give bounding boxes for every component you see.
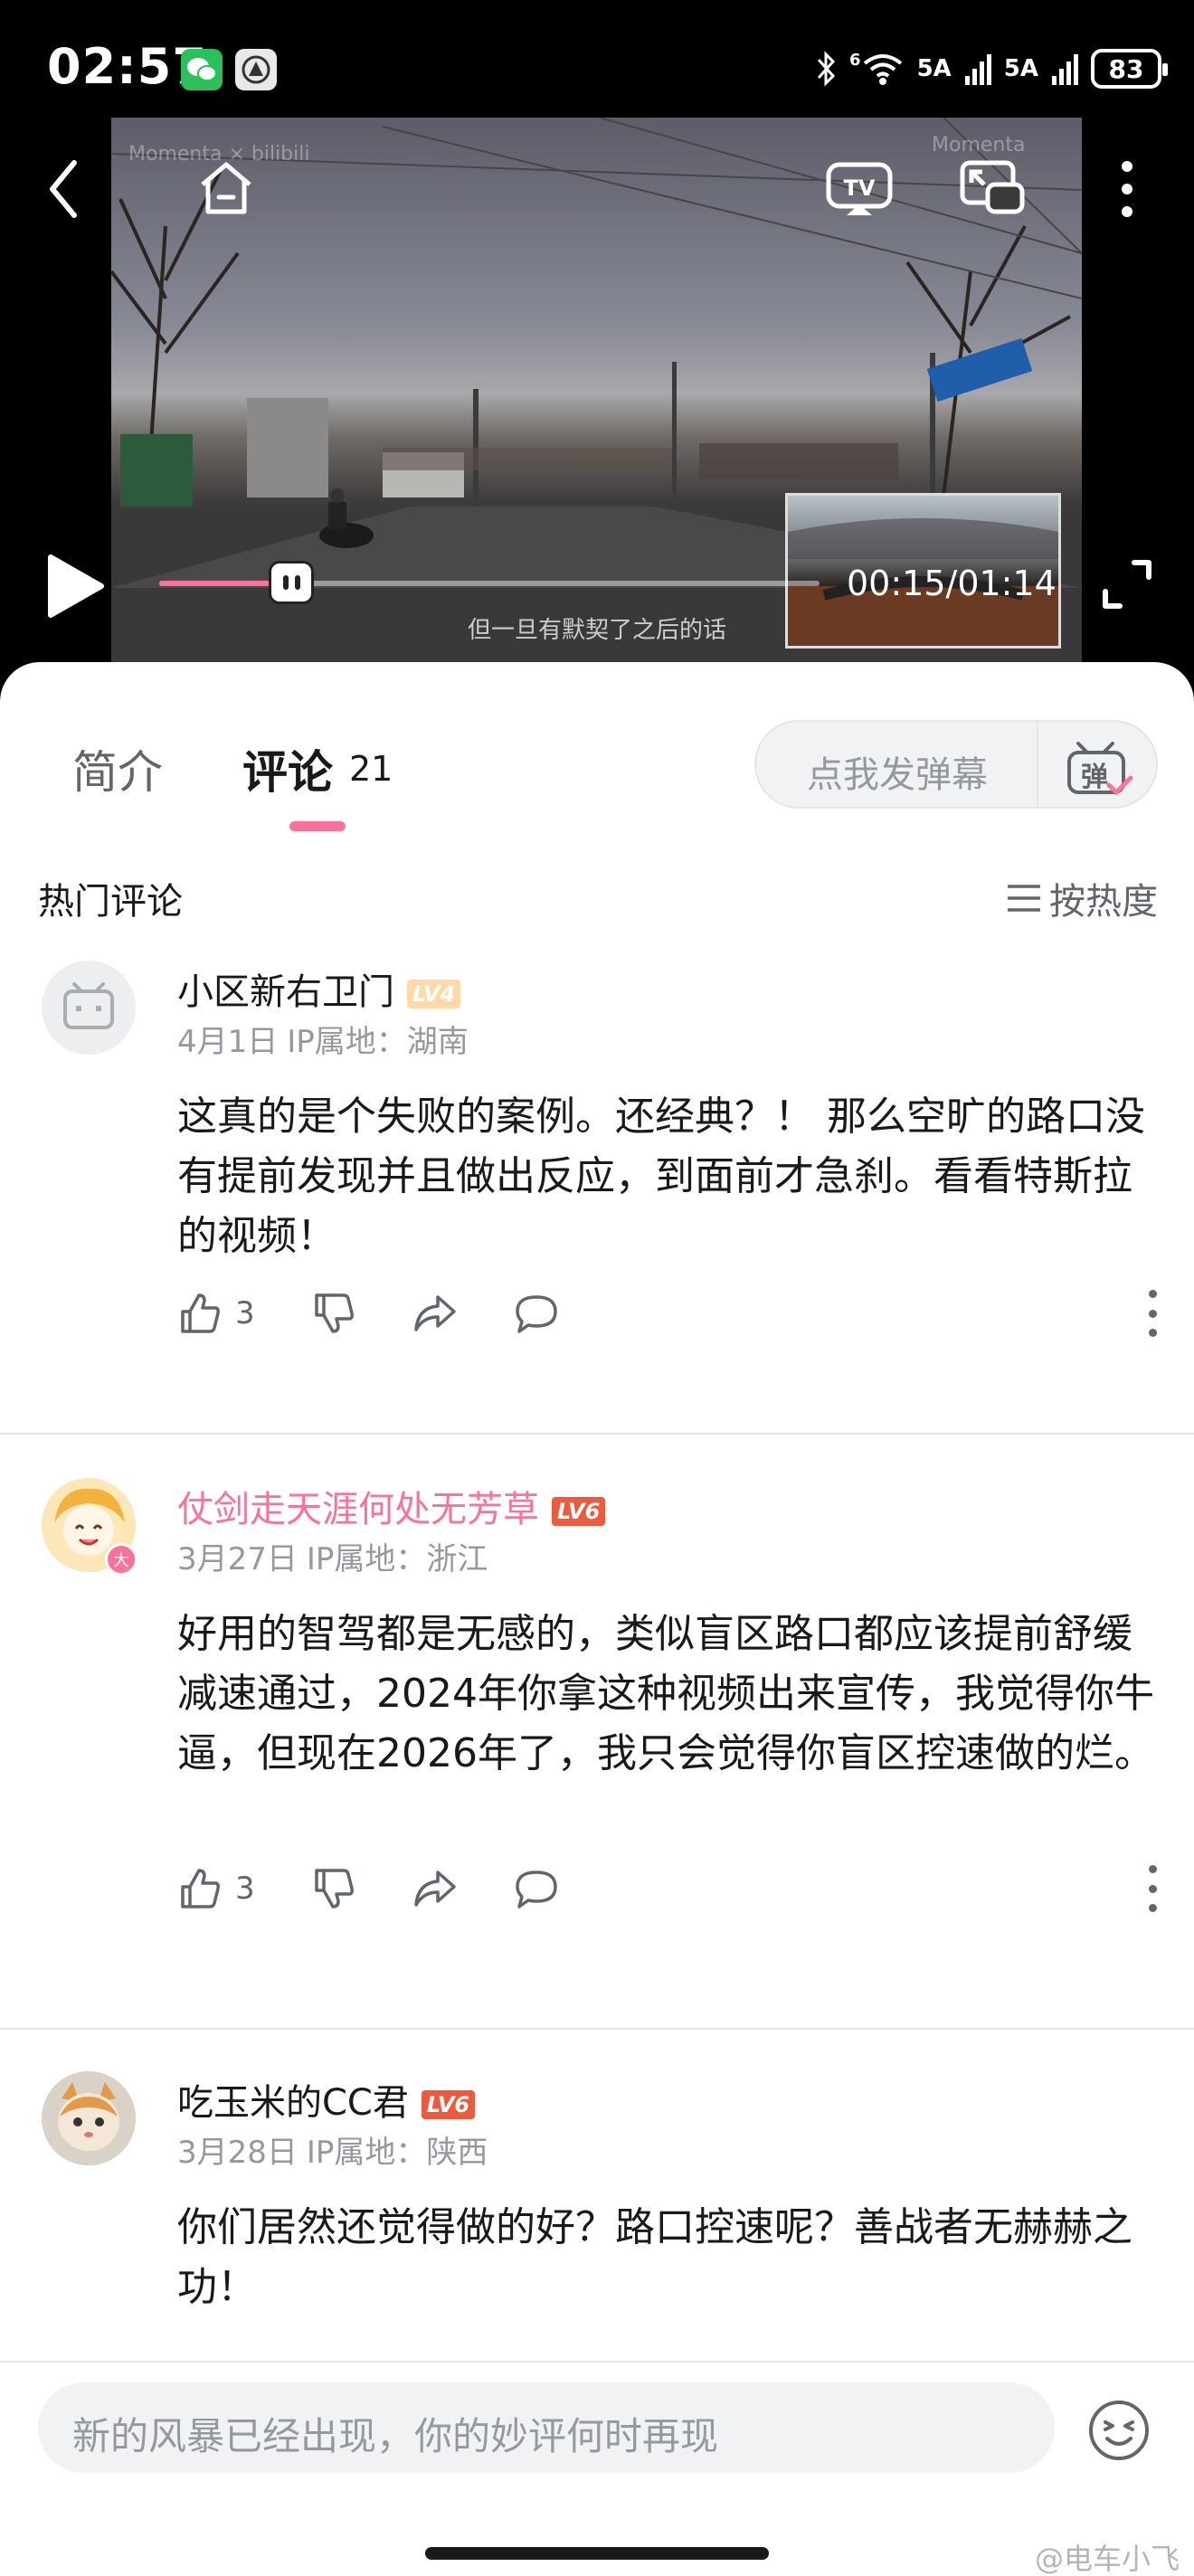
signal-icon-2 bbox=[1052, 54, 1078, 85]
emoji-icon[interactable] bbox=[1087, 2399, 1151, 2462]
comment-input-placeholder: 新的风暴已经出现，你的妙评何时再现 bbox=[72, 2414, 719, 2458]
weibo-watermark: @电车小飞 bbox=[1034, 2542, 1180, 2576]
thumbs-up-icon bbox=[181, 1293, 220, 1333]
progress-thumb[interactable] bbox=[269, 561, 314, 604]
comment-meta: 4月1日 IP属地：湖南 bbox=[177, 1017, 469, 1061]
tab-bar: 简介 评论 21 点我发弹幕 弹 bbox=[0, 662, 1194, 834]
comment-more-icon[interactable] bbox=[1147, 1865, 1158, 1912]
tv-cast-icon[interactable]: TV bbox=[825, 157, 894, 217]
signal-icon-1 bbox=[964, 54, 991, 85]
app-notification-icon bbox=[235, 49, 277, 90]
video-subtitle: 但一旦有默契了之后的话 bbox=[467, 617, 726, 644]
username-text: 仗剑走天涯何处无芳草 bbox=[177, 1489, 539, 1530]
picture-in-picture-icon[interactable] bbox=[959, 157, 1026, 217]
level-badge: LV6 bbox=[421, 2090, 476, 2119]
comment-more-icon[interactable] bbox=[1147, 1290, 1158, 1337]
home-icon[interactable] bbox=[197, 159, 255, 217]
like-count: 3 bbox=[235, 1870, 255, 1907]
username-text: 小区新右卫门 bbox=[177, 971, 394, 1013]
level-badge: LV4 bbox=[407, 980, 461, 1009]
fullscreen-icon[interactable] bbox=[1100, 557, 1154, 611]
comment-date: 3月28日 bbox=[177, 2135, 298, 2171]
comment-text: 好用的智驾都是无感的，类似盲区路口都应该提前舒缓减速通过，2024年你拿这种视频… bbox=[177, 1611, 1154, 1776]
dislike-button[interactable] bbox=[311, 1292, 356, 1335]
status-bar: 02:57 6 5A 5A 83 bbox=[0, 0, 1194, 127]
like-button[interactable]: 3 bbox=[177, 1867, 255, 1910]
more-options-icon[interactable] bbox=[1118, 157, 1136, 221]
wechat-notification-icon bbox=[181, 49, 223, 90]
share-icon bbox=[413, 1295, 456, 1331]
comment-bubble-icon bbox=[515, 1870, 557, 1908]
comment-actions: 3 bbox=[177, 1290, 615, 1337]
svg-text:TV: TV bbox=[844, 175, 876, 201]
danmaku-input[interactable]: 点我发弹幕 弹 bbox=[754, 720, 1158, 809]
wifi-icon bbox=[863, 54, 902, 85]
back-icon[interactable] bbox=[45, 157, 81, 221]
avatar[interactable]: 大 bbox=[42, 1478, 137, 1576]
thumbs-up-icon bbox=[181, 1869, 220, 1908]
video-player[interactable]: Momenta × bilibili Momenta TV 00:15/01:1… bbox=[0, 118, 1194, 669]
sort-label: 按热度 bbox=[1049, 881, 1158, 923]
screen: { "status_bar": { "time": "02:57", "sign… bbox=[0, 0, 1194, 2576]
status-indicators: 6 5A 5A 83 bbox=[815, 43, 1168, 94]
username[interactable]: 小区新右卫门 LV4 bbox=[177, 962, 461, 1015]
comment-meta: 3月28日 IP属地：陕西 bbox=[177, 2127, 488, 2172]
comment-count: 21 bbox=[349, 749, 393, 789]
level-badge: LV6 bbox=[552, 1497, 606, 1526]
comment-ip: IP属地：陕西 bbox=[306, 2135, 488, 2171]
share-button[interactable] bbox=[412, 1867, 458, 1910]
share-button[interactable] bbox=[412, 1292, 458, 1335]
danmaku-toggle-icon[interactable]: 弹 bbox=[1066, 740, 1136, 796]
comment-divider bbox=[0, 2028, 1194, 2030]
danmaku-icon-label: 弹 bbox=[1081, 762, 1108, 793]
tab-intro[interactable]: 简介 bbox=[72, 736, 163, 801]
tab-comments[interactable]: 评论 bbox=[242, 736, 333, 801]
username-text: 吃玉米的CC君 bbox=[177, 2082, 409, 2124]
wifi-label: 6 bbox=[849, 50, 861, 70]
dislike-button[interactable] bbox=[311, 1867, 356, 1910]
comment-divider bbox=[0, 1433, 1194, 1435]
battery-icon: 83 bbox=[1091, 49, 1168, 89]
hot-comments-title: 热门评论 bbox=[38, 881, 183, 923]
comment-composer: 新的风暴已经出现，你的妙评何时再现 @电车小飞 bbox=[0, 2361, 1194, 2576]
like-count: 3 bbox=[235, 1295, 255, 1331]
tab-underline bbox=[289, 821, 346, 831]
avatar[interactable] bbox=[42, 2071, 136, 2165]
signal1-label: 5A bbox=[916, 55, 952, 82]
username[interactable]: 吃玉米的CC君 LV6 bbox=[177, 2073, 476, 2126]
reply-button[interactable] bbox=[514, 1292, 559, 1335]
comment-actions: 3 bbox=[177, 1865, 615, 1912]
signal2-label: 5A bbox=[1003, 55, 1038, 82]
reply-button[interactable] bbox=[514, 1867, 559, 1910]
comment-bubble-icon bbox=[515, 1295, 557, 1333]
comment-text: 这真的是个失败的案例。还经典？！ 那么空旷的路口没有提前发现并且做出反应，到面前… bbox=[177, 1094, 1145, 1259]
battery-level: 83 bbox=[1108, 53, 1144, 84]
share-icon bbox=[413, 1870, 456, 1907]
thumbs-down-icon bbox=[314, 1869, 354, 1908]
comment-meta: 3月27日 IP属地：浙江 bbox=[177, 1534, 488, 1578]
menu-icon bbox=[1008, 885, 1040, 912]
danmaku-divider bbox=[1037, 722, 1038, 807]
content-sheet: 简介 评论 21 点我发弹幕 弹 热门评论 按热度 小区新右卫门 LV4 4月1… bbox=[0, 662, 1194, 2576]
comment-date: 3月27日 bbox=[177, 1541, 298, 1577]
like-button[interactable]: 3 bbox=[177, 1292, 255, 1335]
thumbs-down-icon bbox=[314, 1293, 354, 1333]
comment-text: 你们居然还觉得做的好？路口控速呢？善战者无赫赫之功！ bbox=[177, 2204, 1132, 2310]
username[interactable]: 仗剑走天涯何处无芳草 LV6 bbox=[177, 1480, 606, 1532]
bluetooth-icon bbox=[817, 51, 836, 87]
comment-ip: IP属地：湖南 bbox=[287, 1024, 469, 1060]
comment-date: 4月1日 bbox=[177, 1024, 279, 1060]
danmaku-placeholder: 点我发弹幕 bbox=[807, 754, 988, 796]
avatar[interactable] bbox=[42, 961, 136, 1055]
home-indicator[interactable] bbox=[425, 2547, 769, 2560]
video-timecode: 00:15/01:14 bbox=[847, 564, 1057, 603]
comment-ip: IP属地：浙江 bbox=[306, 1541, 488, 1577]
video-watermark-right: Momenta bbox=[932, 134, 1026, 156]
comment-input[interactable]: 新的风暴已经出现，你的妙评何时再现 bbox=[38, 2382, 1055, 2473]
sort-button[interactable]: 按热度 bbox=[1006, 872, 1158, 924]
vip-badge: 大 bbox=[105, 1543, 137, 1576]
play-icon[interactable] bbox=[43, 552, 107, 620]
